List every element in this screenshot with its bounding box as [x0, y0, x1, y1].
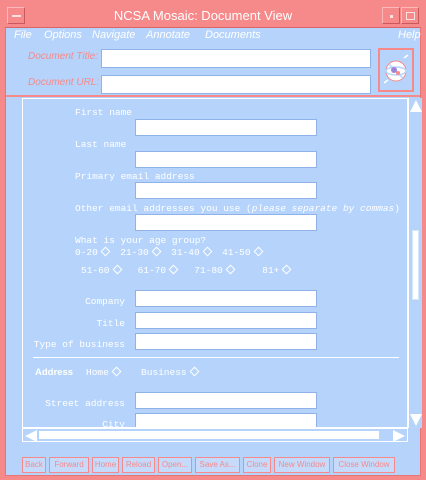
other-email-input[interactable]: [135, 214, 317, 231]
company-input[interactable]: [135, 290, 317, 307]
title-input[interactable]: [135, 312, 317, 329]
first-name-label: First name: [75, 107, 133, 118]
scroll-left-arrow-icon[interactable]: [25, 430, 37, 442]
age-option-0-20[interactable]: 0-20: [75, 246, 111, 258]
first-name-input[interactable]: [135, 119, 317, 136]
document-url-field[interactable]: [101, 75, 371, 94]
radio-diamond-icon[interactable]: [112, 264, 122, 275]
age-options-row-1: 0-20 21-30 31-40 41-50: [75, 246, 264, 258]
age-option-81-plus[interactable]: 81+: [262, 264, 292, 276]
home-button[interactable]: Home: [92, 457, 119, 473]
window-menu-icon: [12, 15, 21, 17]
menu-navigate[interactable]: Navigate: [92, 29, 135, 41]
clone-button[interactable]: Clone: [243, 457, 271, 473]
primary-email-input[interactable]: [135, 182, 317, 199]
menu-file[interactable]: File: [14, 29, 32, 41]
menu-documents[interactable]: Documents: [205, 29, 261, 41]
mosaic-window: NCSA Mosaic: Document View File Options …: [0, 0, 426, 480]
minimize-button[interactable]: [382, 7, 400, 24]
title-bar[interactable]: NCSA Mosaic: Document View: [5, 4, 421, 28]
close-window-button[interactable]: Close Window: [333, 457, 395, 473]
age-option-31-40[interactable]: 31-40: [171, 246, 213, 258]
type-of-business-label: Type of business: [33, 339, 125, 350]
city-input[interactable]: [135, 413, 317, 427]
navigation-button-row: Back Forward Home Reload Open... Save As…: [22, 457, 420, 474]
other-email-label-text: Other email addresses you use (: [75, 203, 252, 214]
maximize-icon: [406, 12, 415, 20]
menu-help[interactable]: Help: [398, 29, 421, 41]
radio-diamond-icon[interactable]: [168, 264, 179, 275]
globe-icon: [383, 54, 409, 84]
reload-button[interactable]: Reload: [122, 457, 155, 473]
street-address-input[interactable]: [135, 392, 317, 409]
window-menu-button[interactable]: [7, 7, 25, 24]
maximize-button[interactable]: [401, 7, 419, 24]
age-option-21-30[interactable]: 21-30: [120, 246, 162, 258]
scroll-right-arrow-icon[interactable]: [393, 430, 405, 442]
title-label: Title: [96, 318, 125, 329]
address-home-option[interactable]: Home: [86, 366, 122, 378]
other-email-hint: please separate by commas: [251, 203, 395, 214]
window-title: NCSA Mosaic: Document View: [113, 8, 293, 23]
last-name-input[interactable]: [135, 151, 317, 168]
radio-diamond-icon[interactable]: [281, 264, 292, 275]
radio-diamond-icon[interactable]: [100, 246, 111, 257]
forward-button[interactable]: Forward: [49, 457, 89, 473]
last-name-label: Last name: [75, 139, 127, 150]
back-button[interactable]: Back: [22, 457, 46, 473]
menu-bar: File Options Navigate Annotate Documents…: [6, 28, 421, 44]
age-option-71-80[interactable]: 71-80: [194, 264, 236, 276]
radio-diamond-icon[interactable]: [111, 366, 122, 377]
age-options-row-2: 51-60 61-70 71-80 81+: [81, 264, 292, 276]
section-divider: [33, 357, 399, 358]
address-business-option[interactable]: Business: [141, 366, 200, 378]
radio-diamond-icon[interactable]: [225, 264, 236, 275]
other-email-label-end: ): [394, 203, 400, 214]
age-question: What is your age group?: [75, 235, 207, 246]
document-view: First name Last name Primary email addre…: [22, 98, 408, 428]
age-option-61-70[interactable]: 61-70: [138, 264, 179, 276]
menu-annotate[interactable]: Annotate: [146, 29, 190, 41]
address-label: Address: [35, 367, 74, 378]
radio-diamond-icon[interactable]: [202, 246, 213, 257]
new-window-button[interactable]: New Window: [274, 457, 330, 473]
header-separator: [6, 95, 420, 97]
street-address-label: Street address: [45, 398, 125, 409]
age-option-41-50[interactable]: 41-50: [222, 246, 264, 258]
city-label: City: [102, 419, 125, 428]
other-email-label: Other email addresses you use (please se…: [75, 203, 400, 214]
document-url-row: Document URL:: [6, 73, 420, 95]
radio-diamond-icon[interactable]: [253, 246, 264, 257]
document-title-field[interactable]: [101, 49, 371, 68]
company-label: Company: [85, 296, 125, 307]
mosaic-globe-logo[interactable]: [378, 48, 414, 92]
scroll-up-arrow-icon[interactable]: [410, 100, 422, 112]
document-title-label: Document Title:: [28, 51, 98, 62]
primary-email-label: Primary email address: [75, 171, 195, 182]
document-title-row: Document Title:: [6, 47, 420, 69]
radio-diamond-icon[interactable]: [151, 246, 162, 257]
minimize-icon: [390, 15, 393, 18]
menu-options[interactable]: Options: [44, 29, 82, 41]
scroll-down-arrow-icon[interactable]: [410, 414, 422, 426]
save-as-button[interactable]: Save As...: [195, 457, 240, 473]
vertical-scrollbar[interactable]: [408, 98, 422, 428]
open-button[interactable]: Open...: [158, 457, 192, 473]
horizontal-scrollbar[interactable]: [22, 428, 408, 442]
type-of-business-input[interactable]: [135, 333, 317, 350]
age-option-51-60[interactable]: 51-60: [81, 264, 122, 276]
document-url-label: Document URL:: [28, 77, 100, 88]
vertical-scroll-thumb[interactable]: [412, 230, 419, 300]
radio-diamond-icon[interactable]: [189, 366, 200, 377]
horizontal-scroll-thumb[interactable]: [39, 431, 379, 439]
